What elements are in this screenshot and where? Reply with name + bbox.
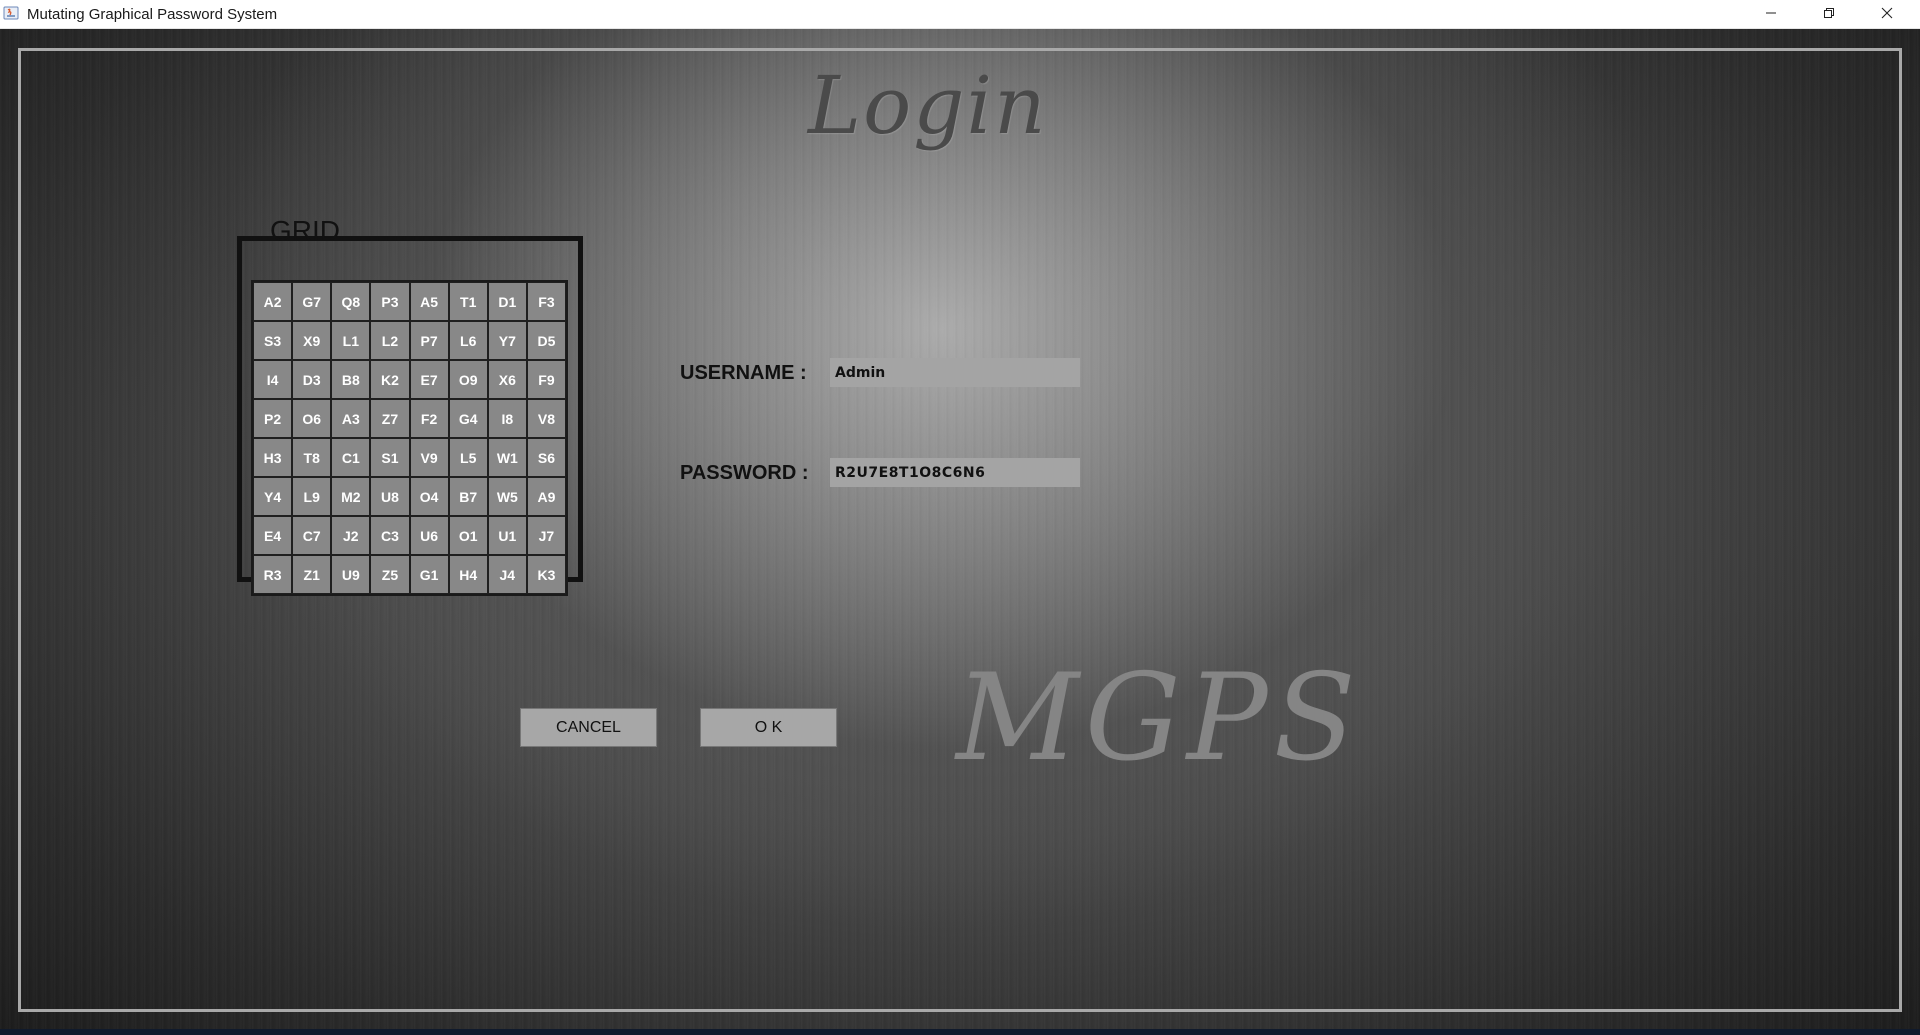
title-bar: Mutating Graphical Password System (0, 0, 1920, 29)
grid-cell[interactable]: F2 (409, 399, 449, 438)
grid-cell[interactable]: S1 (370, 438, 410, 477)
grid-cell[interactable]: O9 (448, 360, 488, 399)
grid-cell[interactable]: S6 (526, 438, 566, 477)
grid-legend: GRID (270, 215, 340, 246)
grid-cell[interactable]: Q8 (331, 282, 371, 321)
grid-cell[interactable]: U1 (487, 516, 527, 555)
close-button[interactable] (1858, 0, 1915, 29)
grid-cell[interactable]: X6 (487, 360, 527, 399)
grid-cell[interactable]: G7 (292, 282, 332, 321)
grid-cell[interactable]: T1 (448, 282, 488, 321)
grid-cell[interactable]: Z1 (292, 555, 332, 594)
grid-cell[interactable]: J7 (526, 516, 566, 555)
grid-cell[interactable]: U9 (331, 555, 371, 594)
grid-cell[interactable]: W1 (487, 438, 527, 477)
grid-cell[interactable]: D1 (487, 282, 527, 321)
grid-cell[interactable]: Z7 (370, 399, 410, 438)
grid-cell[interactable]: U6 (409, 516, 449, 555)
grid-cell[interactable]: O1 (448, 516, 488, 555)
app-window: Mutating Graphical Password System Login… (0, 0, 1920, 1035)
grid-cell[interactable]: T8 (292, 438, 332, 477)
grid-cell[interactable]: A2 (253, 282, 293, 321)
login-panel: Login MGPS GRID A2 G7 Q8 P3 A5 T1 D1 F3 S3 X9 L1 L2… (0, 29, 1920, 1029)
username-label: USERNAME : (680, 362, 807, 384)
password-input[interactable] (830, 458, 1080, 487)
grid-cell[interactable]: J2 (331, 516, 371, 555)
grid-cell[interactable]: D3 (292, 360, 332, 399)
grid-cell[interactable]: L1 (331, 321, 371, 360)
grid-cell[interactable]: G4 (448, 399, 488, 438)
grid-cell[interactable]: A9 (526, 477, 566, 516)
grid-cell[interactable]: O6 (292, 399, 332, 438)
grid-cell[interactable]: L6 (448, 321, 488, 360)
grid-cell[interactable]: G1 (409, 555, 449, 594)
grid-cell[interactable]: P7 (409, 321, 449, 360)
grid-cell[interactable]: X9 (292, 321, 332, 360)
password-grid: A2 G7 Q8 P3 A5 T1 D1 F3 S3 X9 L1 L2 P7 L6 Y7 D5 I4 D3 B8 K2… (251, 280, 568, 596)
minimize-button[interactable] (1742, 0, 1799, 29)
grid-cell[interactable]: F3 (526, 282, 566, 321)
grid-cell[interactable]: V9 (409, 438, 449, 477)
grid-cell[interactable]: M2 (331, 477, 371, 516)
grid-cell[interactable]: D5 (526, 321, 566, 360)
restore-button[interactable] (1800, 0, 1857, 29)
grid-cell[interactable]: E4 (253, 516, 293, 555)
grid-cell[interactable]: F9 (526, 360, 566, 399)
login-heading: Login (808, 59, 1048, 152)
grid-cell[interactable]: Z5 (370, 555, 410, 594)
grid-cell[interactable]: L2 (370, 321, 410, 360)
close-icon (1881, 6, 1893, 24)
grid-cell[interactable]: B8 (331, 360, 371, 399)
restore-icon (1823, 6, 1835, 24)
window-title: Mutating Graphical Password System (27, 6, 278, 23)
grid-cell[interactable]: E7 (409, 360, 449, 399)
minimize-icon (1765, 6, 1777, 24)
grid-cell[interactable]: H3 (253, 438, 293, 477)
grid-cell[interactable]: I8 (487, 399, 527, 438)
java-app-icon (3, 5, 19, 21)
grid-cell[interactable]: P3 (370, 282, 410, 321)
grid-cell[interactable]: K2 (370, 360, 410, 399)
grid-cell[interactable]: O4 (409, 477, 449, 516)
cancel-button[interactable]: CANCEL (520, 708, 657, 747)
grid-cell[interactable]: C1 (331, 438, 371, 477)
grid-cell[interactable]: R3 (253, 555, 293, 594)
grid-cell[interactable]: A5 (409, 282, 449, 321)
grid-cell[interactable]: Y4 (253, 477, 293, 516)
username-input[interactable] (830, 358, 1080, 387)
grid-cell[interactable]: A3 (331, 399, 371, 438)
grid-cell[interactable]: L5 (448, 438, 488, 477)
grid-cell[interactable]: J4 (487, 555, 527, 594)
grid-cell[interactable]: I4 (253, 360, 293, 399)
grid-cell[interactable]: C7 (292, 516, 332, 555)
grid-cell[interactable]: Y7 (487, 321, 527, 360)
grid-cell[interactable]: H4 (448, 555, 488, 594)
brand-watermark: MGPS (956, 649, 1362, 788)
grid-cell[interactable]: U8 (370, 477, 410, 516)
password-label: PASSWORD : (680, 462, 809, 484)
ok-button[interactable]: O K (700, 708, 837, 747)
grid-cell[interactable]: V8 (526, 399, 566, 438)
grid-cell[interactable]: K3 (526, 555, 566, 594)
grid-cell[interactable]: C3 (370, 516, 410, 555)
grid-cell[interactable]: P2 (253, 399, 293, 438)
taskbar-strip (0, 1029, 1920, 1035)
grid-cell[interactable]: W5 (487, 477, 527, 516)
grid-cell[interactable]: S3 (253, 321, 293, 360)
grid-cell[interactable]: B7 (448, 477, 488, 516)
grid-cell[interactable]: L9 (292, 477, 332, 516)
